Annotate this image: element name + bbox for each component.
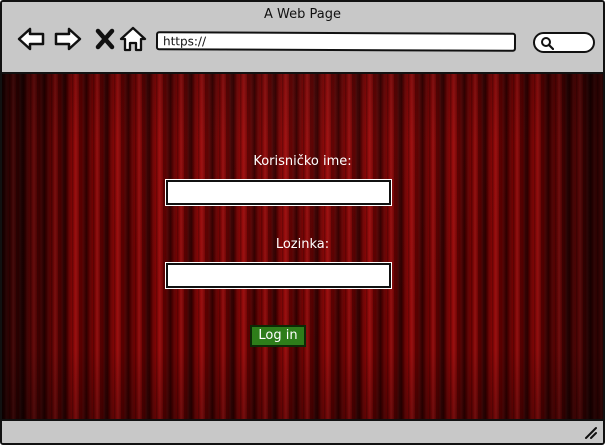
password-label: Lozinka: <box>275 237 330 252</box>
home-icon[interactable] <box>118 24 148 54</box>
address-bar[interactable]: https:// <box>155 31 517 52</box>
password-input[interactable] <box>168 265 389 287</box>
browser-search-field[interactable] <box>533 32 595 53</box>
login-button[interactable]: Log in <box>250 325 306 347</box>
status-bar <box>2 419 603 443</box>
window-title: A Web Page <box>264 7 341 22</box>
username-label: Korisničko ime: <box>253 154 352 169</box>
search-icon <box>541 37 554 50</box>
browser-window: A Web Page https:// Korisničko ime: Lozi… <box>0 0 605 445</box>
resize-grip-icon[interactable] <box>583 425 597 439</box>
browser-toolbar: A Web Page https:// <box>2 2 603 74</box>
forward-arrow-icon[interactable] <box>53 24 83 54</box>
address-text: https:// <box>162 34 207 49</box>
password-field[interactable] <box>165 262 392 289</box>
username-input[interactable] <box>168 182 389 204</box>
close-icon[interactable] <box>90 24 115 54</box>
page-content: Korisničko ime: Lozinka: Log in <box>2 74 603 419</box>
back-arrow-icon[interactable] <box>16 24 46 54</box>
username-field[interactable] <box>165 179 392 206</box>
